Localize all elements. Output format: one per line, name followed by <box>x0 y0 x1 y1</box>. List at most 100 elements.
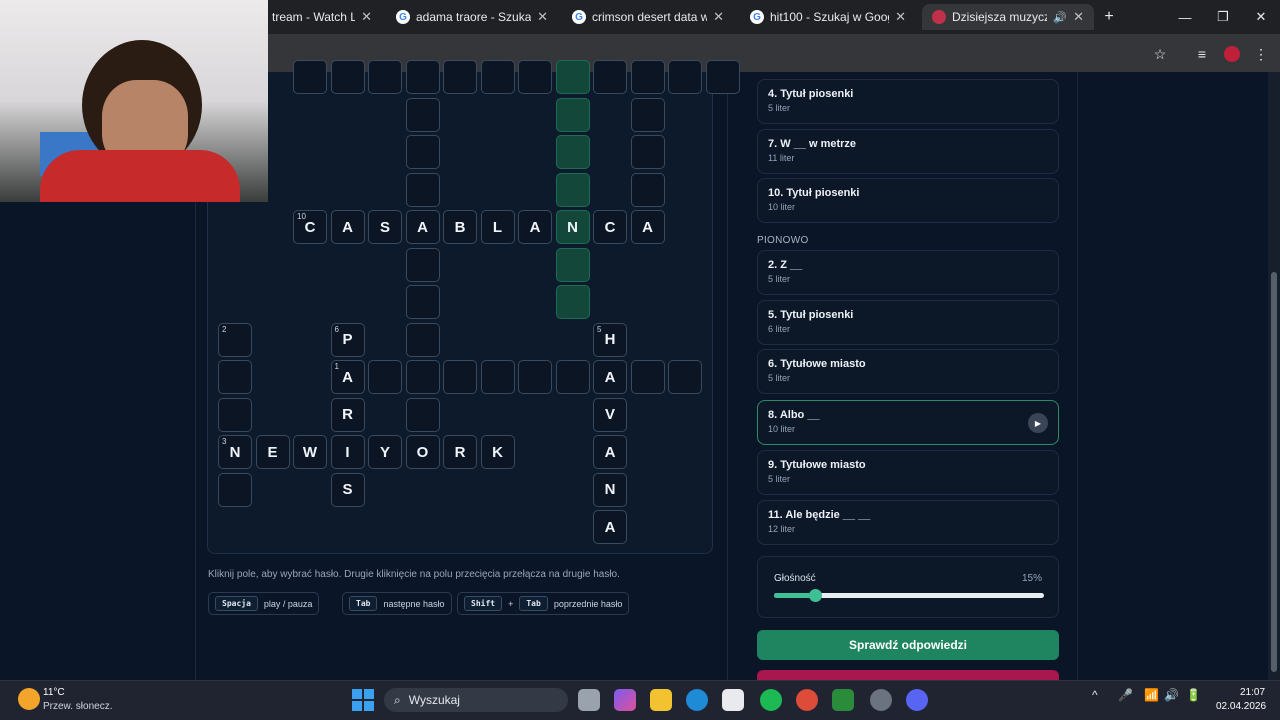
crossword-cell[interactable] <box>630 172 665 207</box>
crossword-cell[interactable] <box>480 60 515 94</box>
crossword-cell[interactable]: L <box>480 210 515 244</box>
crossword-cell[interactable] <box>405 135 440 169</box>
crossword-cell[interactable]: A <box>593 510 627 544</box>
crossword-cell[interactable] <box>630 135 665 169</box>
tab-close-icon[interactable]: ✕ <box>537 9 548 25</box>
microphone-icon[interactable]: 🎤 <box>1118 688 1133 702</box>
crossword-cell[interactable] <box>518 60 552 94</box>
crossword-cell[interactable] <box>330 60 365 94</box>
crossword-cell[interactable] <box>218 397 252 432</box>
clue-down-9[interactable]: 9. Tytułowe miasto 5 liter <box>757 450 1059 495</box>
crossword-cell[interactable] <box>218 472 252 507</box>
crossword-cell[interactable] <box>630 360 665 394</box>
crossword-cell[interactable] <box>593 60 627 94</box>
speaker-icon[interactable]: 🔊 <box>1053 11 1067 24</box>
crossword-cell[interactable]: K <box>480 435 515 469</box>
crossword-cell[interactable]: N <box>555 210 590 244</box>
crossword-cell[interactable] <box>405 360 440 394</box>
red-action-button[interactable] <box>757 670 1059 680</box>
tab-muzyczna[interactable]: Dzisiejsza muzyczna k 🔊 ✕ <box>922 4 1094 30</box>
chrome-icon[interactable] <box>796 689 818 711</box>
clue-down-8[interactable]: 8. Albo __ 10 liter ▶ <box>757 400 1059 445</box>
clue-down-11[interactable]: 11. Ale będzie __ __ 12 liter <box>757 500 1059 545</box>
play-icon[interactable]: ▶ <box>1028 413 1048 433</box>
crossword-cell[interactable] <box>443 360 477 394</box>
crossword-cell[interactable] <box>293 60 327 94</box>
crossword-cell[interactable]: E <box>255 435 290 469</box>
crossword-cell[interactable]: S <box>368 210 402 244</box>
speaker-icon[interactable]: 🔊 <box>1164 688 1179 702</box>
crossword-cell[interactable]: H5 <box>593 322 627 357</box>
crossword-cell[interactable]: B <box>443 210 477 244</box>
crossword-cell[interactable]: W <box>293 435 327 469</box>
crossword-cell[interactable] <box>630 60 665 94</box>
crossword-cell[interactable] <box>555 285 590 319</box>
crossword-cell[interactable] <box>668 60 702 94</box>
crossword-cell[interactable]: Y <box>368 435 402 469</box>
crossword-cell[interactable] <box>555 135 590 169</box>
crossword-cell[interactable]: N3 <box>218 435 252 469</box>
task-view-icon[interactable] <box>578 689 600 711</box>
crossword-cell[interactable]: A1 <box>330 360 365 394</box>
crossword-cell[interactable]: S <box>330 472 365 507</box>
edge-icon[interactable] <box>686 689 708 711</box>
copilot-icon[interactable] <box>614 689 636 711</box>
crossword-cell[interactable]: C 10 <box>293 210 327 244</box>
scrollbar-thumb[interactable] <box>1271 272 1277 672</box>
tab-hit100[interactable]: G hit100 - Szukaj w Google ✕ <box>740 4 916 30</box>
crossword-cell[interactable] <box>405 285 440 319</box>
volume-knob[interactable] <box>808 589 822 602</box>
crossword-cell[interactable] <box>555 360 590 394</box>
taskbar-search[interactable]: ⌕ Wyszukaj <box>384 688 568 712</box>
crossword-cell[interactable]: A <box>630 210 665 244</box>
crossword-cell[interactable]: A <box>330 210 365 244</box>
chevron-up-icon[interactable]: ^ <box>1092 688 1098 702</box>
clue-down-6[interactable]: 6. Tytułowe miasto 5 liter <box>757 349 1059 394</box>
crossword-cell[interactable] <box>405 397 440 432</box>
tab-stream[interactable]: tream - Watch Live o ✕ <box>262 4 382 30</box>
crossword-cell[interactable] <box>555 247 590 282</box>
crossword-cell[interactable] <box>443 60 477 94</box>
crossword-cell[interactable]: A <box>593 435 627 469</box>
crossword-cell[interactable]: N <box>593 472 627 507</box>
steam-icon[interactable] <box>870 689 892 711</box>
profile-avatar[interactable] <box>1221 43 1243 65</box>
crossword-cell[interactable]: R <box>443 435 477 469</box>
crossword-cell[interactable]: A <box>518 210 552 244</box>
crossword-cell[interactable]: I <box>330 435 365 469</box>
crossword-cell[interactable] <box>555 172 590 207</box>
crossword-cell[interactable] <box>368 60 402 94</box>
crossword-cell[interactable]: A <box>593 360 627 394</box>
weather-sun-icon[interactable] <box>18 688 40 710</box>
crossword-cell[interactable] <box>555 60 590 94</box>
crossword-cell[interactable] <box>218 360 252 394</box>
crossword-cell[interactable]: O <box>405 435 440 469</box>
volume-slider[interactable] <box>774 589 1044 602</box>
crossword-cell[interactable]: P6 <box>330 322 365 357</box>
tab-adama-traore[interactable]: G adama traore - Szukaj w G ✕ <box>386 4 558 30</box>
clue-across-10[interactable]: 10. Tytuł piosenki 10 liter <box>757 178 1059 223</box>
clue-across-4[interactable]: 4. Tytuł piosenki 5 liter <box>757 79 1059 124</box>
minimize-button[interactable]: — <box>1166 0 1204 34</box>
tab-close-icon[interactable]: ✕ <box>1073 9 1084 25</box>
discord-icon[interactable] <box>906 689 928 711</box>
crossword-cell[interactable]: C <box>593 210 627 244</box>
media-queue-icon[interactable]: ≡ <box>1191 43 1213 65</box>
battery-icon[interactable]: 🔋 <box>1186 688 1201 702</box>
windows-start-icon[interactable] <box>352 689 374 711</box>
tab-close-icon[interactable]: ✕ <box>361 9 372 25</box>
crossword-cell[interactable] <box>705 60 740 94</box>
crossword-cell[interactable] <box>405 322 440 357</box>
spotify-icon[interactable] <box>760 689 782 711</box>
crossword-cell[interactable]: R <box>330 397 365 432</box>
tab-close-icon[interactable]: ✕ <box>713 9 724 25</box>
crossword-cell[interactable] <box>630 97 665 132</box>
bookmark-star-icon[interactable]: ☆ <box>1149 43 1171 65</box>
crossword-cell[interactable] <box>368 360 402 394</box>
clue-down-5[interactable]: 5. Tytuł piosenki 6 liter <box>757 300 1059 345</box>
crossword-cell[interactable] <box>518 360 552 394</box>
maximize-button[interactable]: ❐ <box>1204 0 1242 34</box>
app-icon[interactable] <box>832 689 854 711</box>
crossword-cell[interactable] <box>555 97 590 132</box>
crossword-cell[interactable]: V <box>593 397 627 432</box>
